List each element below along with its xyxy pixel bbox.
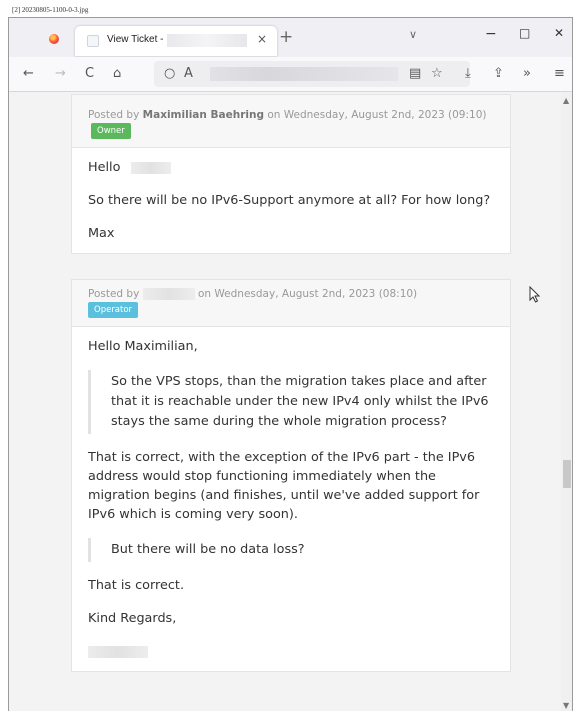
author-name: Maximilian Baehring bbox=[142, 109, 264, 121]
post-date: on Wednesday, August 2nd, 2023 (08:10) bbox=[198, 288, 418, 300]
tab-list-chevron-icon[interactable]: ∨ bbox=[409, 28, 417, 41]
reply-header: Posted by on Wednesday, August 2nd, 2023… bbox=[72, 280, 510, 327]
firefox-logo-icon[interactable] bbox=[49, 34, 59, 44]
minimize-button[interactable]: − bbox=[485, 26, 497, 42]
vertical-scrollbar[interactable]: ▲ ▼ bbox=[561, 92, 572, 711]
lock-icon[interactable]: A bbox=[184, 66, 193, 81]
navigation-toolbar: ← → C ⌂ ○ A ▤ ☆ ⤓ ⇪ » ≡ bbox=[9, 57, 572, 92]
redacted-signature bbox=[88, 645, 148, 658]
page-favicon-icon bbox=[87, 35, 99, 47]
scroll-up-icon[interactable]: ▲ bbox=[563, 96, 569, 105]
share-icon[interactable]: ⇪ bbox=[493, 66, 504, 81]
greeting: Hello bbox=[88, 160, 121, 175]
menu-icon[interactable]: ≡ bbox=[554, 66, 565, 81]
mouse-pointer-icon bbox=[529, 286, 541, 303]
operator-badge: Operator bbox=[88, 302, 139, 318]
new-tab-button[interactable]: + bbox=[279, 27, 293, 47]
back-arrow-icon[interactable]: ← bbox=[23, 66, 34, 81]
reply-header: Posted by Maximilian Baehring on Wednesd… bbox=[72, 95, 510, 148]
redacted-tab-title bbox=[167, 34, 247, 47]
image-filename: [2] 20230805-1100-0-3.jpg bbox=[12, 6, 89, 14]
post-date: on Wednesday, August 2nd, 2023 (09:10) bbox=[267, 109, 487, 121]
reader-view-icon[interactable]: ▤ bbox=[409, 66, 421, 81]
browser-window: View Ticket - × + ∨ − □ ✕ ← → C ⌂ ○ A ▤ … bbox=[8, 17, 573, 711]
overflow-icon[interactable]: » bbox=[523, 66, 531, 81]
question-text: So there will be no IPv6-Support anymore… bbox=[88, 193, 491, 208]
owner-badge: Owner bbox=[91, 123, 131, 139]
tab-view-ticket[interactable]: View Ticket - × bbox=[75, 26, 277, 56]
bookmark-star-icon[interactable]: ☆ bbox=[431, 66, 443, 81]
page-content: Posted by Maximilian Baehring on Wednesd… bbox=[9, 92, 562, 711]
address-bar[interactable]: ○ A bbox=[154, 61, 470, 87]
posted-by-label: Posted by bbox=[88, 288, 140, 300]
maximize-button[interactable]: □ bbox=[519, 26, 530, 40]
forward-arrow-icon[interactable]: → bbox=[55, 66, 66, 81]
tab-strip: View Ticket - × + ∨ − □ ✕ bbox=[9, 18, 572, 57]
home-icon[interactable]: ⌂ bbox=[113, 66, 121, 81]
greeting: Hello Maximilian, bbox=[88, 339, 198, 354]
tab-close-icon[interactable]: × bbox=[257, 32, 267, 46]
reply-body: Hello So there will be no IPv6-Support a… bbox=[72, 148, 510, 253]
tracking-protection-icon[interactable]: ○ bbox=[164, 66, 175, 81]
tab-title: View Ticket - bbox=[107, 34, 164, 45]
redacted-url bbox=[210, 67, 398, 81]
redacted-author bbox=[142, 288, 195, 300]
answer-text-1: That is correct, with the exception of t… bbox=[88, 450, 480, 522]
reload-icon[interactable]: C bbox=[85, 66, 94, 81]
signature: Max bbox=[88, 226, 115, 241]
answer-text-2: That is correct. bbox=[88, 578, 185, 593]
quoted-question-1: So the VPS stops, than the migration tak… bbox=[88, 370, 494, 434]
quoted-question-2: But there will be no data loss? bbox=[88, 538, 494, 562]
scroll-down-icon[interactable]: ▼ bbox=[563, 701, 569, 710]
reply-card-operator: Posted by on Wednesday, August 2nd, 2023… bbox=[71, 279, 511, 672]
posted-by-label: Posted by bbox=[88, 109, 140, 121]
reply-body: Hello Maximilian, So the VPS stops, than… bbox=[72, 327, 510, 671]
scrollbar-thumb[interactable] bbox=[563, 460, 571, 488]
download-icon[interactable]: ⤓ bbox=[465, 66, 471, 81]
redacted-name bbox=[130, 161, 171, 174]
reply-card-owner: Posted by Maximilian Baehring on Wednesd… bbox=[71, 94, 511, 254]
close-window-button[interactable]: ✕ bbox=[554, 26, 564, 40]
closing-text: Kind Regards, bbox=[88, 611, 177, 626]
